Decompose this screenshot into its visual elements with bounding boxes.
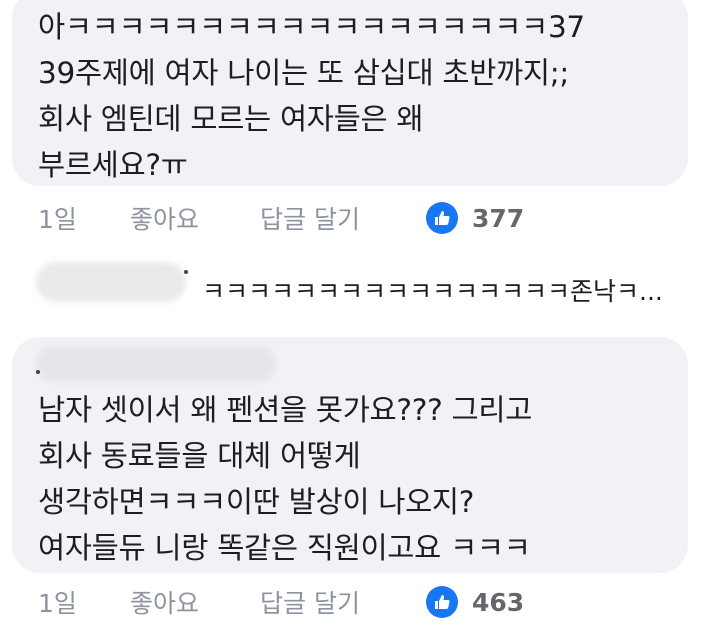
- comment-line: 남자 셋이서 왜 펜션을 못가요??? 그리고: [38, 393, 533, 427]
- redacted-author-name: [36, 346, 276, 382]
- reaction-summary[interactable]: 377: [426, 202, 524, 234]
- reply-preview[interactable]: ㅋㅋㅋㅋㅋㅋㅋㅋㅋㅋㅋㅋㅋㅋㅋㅋ존낙ㅋ...: [202, 272, 663, 308]
- reply-link[interactable]: 답글 달기: [260, 200, 426, 236]
- redacted-avatar: [36, 262, 186, 302]
- comment-actions-2: 1일 좋아요 답글 달기 463: [38, 582, 524, 622]
- reply-link[interactable]: 답글 달기: [260, 584, 426, 620]
- comment-timestamp: 1일: [38, 205, 77, 234]
- comment-line: 부르세요?ㅠ: [38, 148, 188, 182]
- comment-bubble-1: 아ㅋㅋㅋㅋㅋㅋㅋㅋㅋㅋㅋㅋㅋㅋㅋㅋㅋㅋ37 39주제에 여자 나이는 또 삼십대…: [12, 0, 688, 186]
- comment-actions-1: 1일 좋아요 답글 달기 377: [38, 198, 524, 238]
- comment-line: 생각하면ㅋㅋㅋ이딴 발상이 나오지?: [38, 485, 475, 519]
- like-link[interactable]: 좋아요: [130, 584, 260, 620]
- redaction-artifact: [36, 370, 40, 374]
- comment-line: 회사 동료들을 대체 어떻게: [38, 439, 361, 473]
- comment-timestamp: 1일: [38, 589, 77, 618]
- reaction-summary[interactable]: 463: [426, 586, 524, 618]
- comment-line: 여자들듀 니랑 똑같은 직원이고요 ㅋㅋㅋ: [38, 531, 531, 565]
- comment-line: 39주제에 여자 나이는 또 삼십대 초반까지;;: [38, 56, 570, 90]
- comment-line: 회사 엠틴데 모르는 여자들은 왜: [38, 102, 424, 136]
- comment-line: 아ㅋㅋㅋㅋㅋㅋㅋㅋㅋㅋㅋㅋㅋㅋㅋㅋㅋㅋ37: [38, 10, 585, 44]
- like-link[interactable]: 좋아요: [130, 200, 260, 236]
- redaction-artifact: [184, 270, 188, 274]
- reaction-count: 463: [472, 587, 525, 617]
- reaction-count: 377: [472, 203, 525, 233]
- thumbs-up-icon: [426, 202, 458, 234]
- thumbs-up-icon: [426, 586, 458, 618]
